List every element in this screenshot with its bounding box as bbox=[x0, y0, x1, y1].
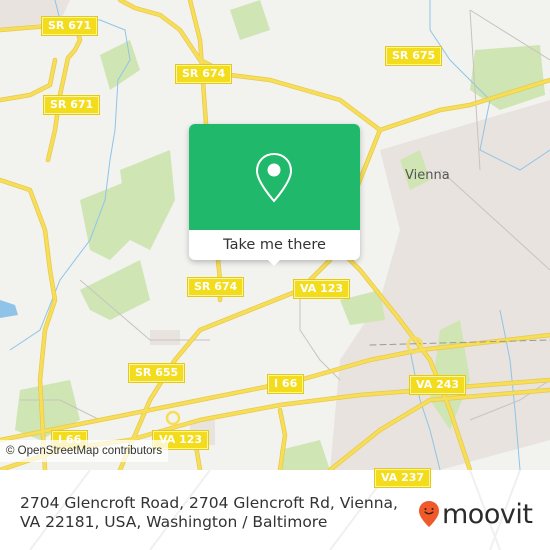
place-label-vienna: Vienna bbox=[405, 168, 450, 183]
road-shield-sr-675: SR 675 bbox=[386, 47, 442, 65]
address-text: 2704 Glencroft Road, 2704 Glencroft Rd, … bbox=[20, 494, 398, 531]
road-shield-va-237: VA 237 bbox=[375, 469, 431, 487]
popup-header bbox=[189, 124, 360, 230]
map[interactable]: SR 671 SR 671 SR 674 SR 675 SR 674 VA 12… bbox=[0, 0, 550, 470]
road-shield-va-243: VA 243 bbox=[410, 376, 466, 394]
take-me-there-button[interactable]: Take me there bbox=[189, 230, 360, 260]
road-shield-va-123: VA 123 bbox=[294, 280, 350, 298]
popup-pointer bbox=[266, 258, 282, 266]
interchange bbox=[165, 410, 181, 426]
footer: 2704 Glencroft Road, 2704 Glencroft Rd, … bbox=[0, 470, 550, 550]
location-popup[interactable]: Take me there bbox=[189, 124, 360, 266]
map-pin-icon bbox=[255, 152, 293, 203]
moovit-pin-smile-icon bbox=[419, 501, 439, 527]
moovit-logo[interactable]: moovit bbox=[418, 498, 533, 530]
road-shield-sr-655: SR 655 bbox=[129, 364, 185, 382]
road-shield-i-66: I 66 bbox=[268, 375, 304, 393]
road-shield-sr-674: SR 674 bbox=[176, 65, 232, 83]
road-shield-sr-671: SR 671 bbox=[44, 96, 100, 114]
road-shield-sr-671: SR 671 bbox=[42, 17, 98, 35]
road-shield-sr-674: SR 674 bbox=[188, 278, 244, 296]
lake bbox=[0, 300, 18, 318]
moovit-wordmark: moovit bbox=[442, 498, 533, 530]
map-attribution[interactable]: © OpenStreetMap contributors bbox=[0, 440, 169, 462]
